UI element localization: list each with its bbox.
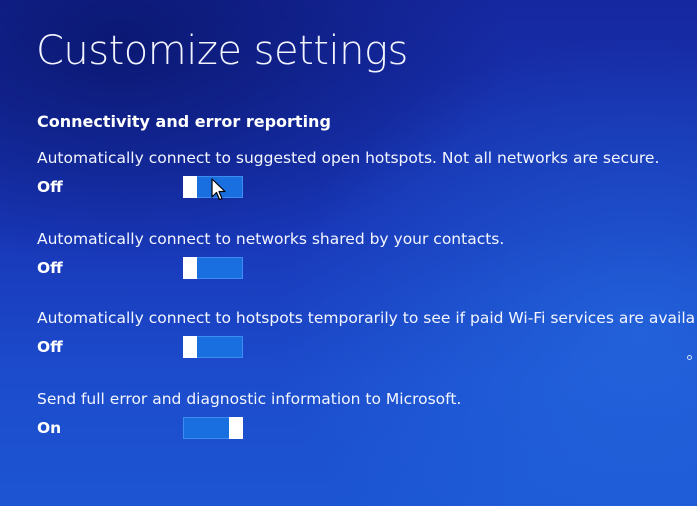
toggle-state-label: Off xyxy=(37,178,63,196)
reflection-dot xyxy=(687,355,692,360)
toggle-thumb xyxy=(229,417,243,439)
error-reporting-toggle[interactable] xyxy=(183,417,243,439)
contacts-networks-toggle[interactable] xyxy=(183,257,243,279)
setting-contacts-networks: Automatically connect to networks shared… xyxy=(37,228,697,283)
toggle-state-label: Off xyxy=(37,338,63,356)
mouse-pointer-icon xyxy=(211,178,226,201)
toggle-thumb xyxy=(183,336,197,358)
section-title: Connectivity and error reporting xyxy=(37,112,331,131)
toggle-thumb xyxy=(183,257,197,279)
setting-label: Automatically connect to suggested open … xyxy=(37,149,660,167)
setting-label: Automatically connect to networks shared… xyxy=(37,230,505,248)
setting-paid-wifi: Automatically connect to hotspots tempor… xyxy=(37,307,697,362)
setting-suggested-hotspots: Automatically connect to suggested open … xyxy=(37,147,697,202)
setting-label: Send full error and diagnostic informati… xyxy=(37,390,462,408)
page-title: Customize settings xyxy=(36,28,408,74)
setting-error-reporting: Send full error and diagnostic informati… xyxy=(37,388,697,443)
paid-wifi-toggle[interactable] xyxy=(183,336,243,358)
toggle-state-label: Off xyxy=(37,259,63,277)
toggle-state-label: On xyxy=(37,419,62,437)
setting-label: Automatically connect to hotspots tempor… xyxy=(37,309,696,327)
toggle-thumb xyxy=(183,176,197,198)
